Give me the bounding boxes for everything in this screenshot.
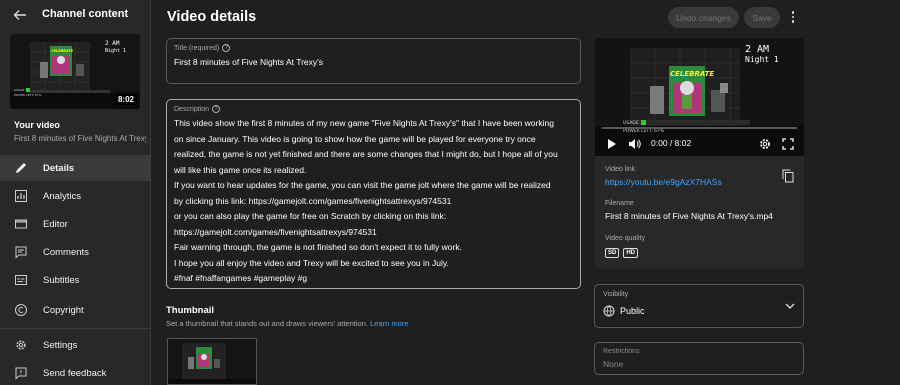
restrictions-field: Restrictions None [594,342,804,375]
thumbnail-image [168,339,256,384]
description-line: #fnaf #fnaffangames #gameplay #g [174,273,308,283]
sidebar-item-label: Comments [43,246,89,258]
sidebar-item-label: Copyright [43,304,84,316]
editor-icon [15,219,27,229]
thumbnail-heading: Thumbnail [166,305,215,316]
description-line: This video show the first 8 minutes of m… [174,118,554,128]
description-input[interactable]: This video show the first 8 minutes of m… [174,116,576,287]
game-power-label: POWER LEFT: 67% [14,93,42,97]
save-button[interactable]: Save [744,7,780,28]
description-field[interactable]: Description ? This video show the first … [166,99,581,289]
sidebar-item-analytics[interactable]: Analytics [0,183,150,209]
restrictions-label: Restrictions [603,348,640,355]
player-controls: 0:00 / 8:02 [595,134,804,154]
game-usage-label: USAGE [14,88,24,92]
sidebar-item-details[interactable]: Details [0,155,150,181]
copy-icon[interactable] [782,169,794,183]
play-icon[interactable] [607,138,617,150]
comments-icon [15,246,27,259]
svg-text:CELEBRATE: CELEBRATE [51,49,74,53]
video-progress-bar[interactable] [602,127,797,129]
title-field-label: Title (required) [174,44,220,52]
visibility-select[interactable]: Visibility Public [594,284,804,328]
help-icon[interactable]: ? [222,44,231,52]
description-line: on since January. This video is going to… [174,133,536,144]
globe-icon [603,305,615,317]
sidebar-item-send-feedback[interactable]: Send feedback [0,360,150,385]
title-field[interactable]: Title (required) ? First 8 minutes of Fi… [166,38,581,84]
thumbnail-option[interactable] [167,338,257,385]
game-clock-time: 2 AM [745,44,769,55]
learn-more-link[interactable]: Learn more [370,319,408,328]
help-icon[interactable]: ? [212,105,221,113]
description-line: https://gamejolt.com/games/fivenightsatt… [174,226,377,237]
description-line: Fair warning through, the game is not fi… [174,242,462,252]
game-clock-time: 2 AM [105,40,120,47]
sidebar-item-label: Subtitles [43,274,80,286]
sd-badge: SD [605,248,620,258]
game-night-label: Night 1 [745,55,779,64]
your-video-title[interactable]: First 8 minutes of Five Nights At Trexy'… [14,134,146,143]
restrictions-value: None [603,359,624,369]
sidebar-item-label: Send feedback [43,367,107,379]
filename-value: First 8 minutes of Five Nights At Trexy'… [605,211,773,221]
chevron-down-icon [785,303,795,309]
thumbnail-subtext: Set a thumbnail that stands out and draw… [166,319,409,328]
description-line: or you can also play the game for free o… [174,211,447,221]
description-line: realized, the game is not yet finished a… [174,149,558,159]
fullscreen-icon[interactable] [782,138,794,150]
visibility-label: Visibility [603,291,629,298]
game-night-label: Night 1 [105,48,126,54]
sidebar-item-label: Settings [43,339,78,351]
video-quality-label: Video quality [605,235,645,242]
video-preview-card: CELEBRATE 2 AM Night 1 USAGE POWER LEFT:… [595,38,804,269]
pencil-icon [16,163,26,173]
sidebar-item-subtitles[interactable]: Subtitles [0,267,150,293]
description-line: If you want to hear updates for the game… [174,180,551,190]
copyright-icon [15,304,27,316]
video-quality-badges: SD HD [605,248,639,258]
filename-label: Filename [605,200,634,207]
description-line: by clicking this link: https://gamejolt.… [174,195,452,206]
hd-badge: HD [623,248,639,258]
video-time: 0:00 / 8:02 [651,138,692,148]
sidebar: Channel content CELEBRATE 2 AM Night 1 U… [0,0,151,385]
sidebar-item-settings[interactable]: Settings [0,332,150,358]
sidebar-item-comments[interactable]: Comments [0,239,150,265]
volume-icon[interactable] [628,138,642,150]
undo-changes-button[interactable]: Undo changes [668,7,739,28]
analytics-icon [15,190,27,202]
page-title: Video details [167,9,257,25]
video-link-label: Video link [605,166,636,173]
sidebar-item-editor[interactable]: Editor [0,211,150,237]
description-line: I hope you all enjoy the video and Trexy… [174,257,449,268]
sidebar-title: Channel content [42,8,129,20]
more-options-icon[interactable] [786,9,800,25]
subtitles-icon [15,275,27,285]
sidebar-item-copyright[interactable]: Copyright [0,297,150,323]
visibility-value: Public [620,306,645,316]
description-field-label: Description [174,105,210,113]
description-line: will like this game once its realized. [174,164,307,175]
poster-text: CELEBRATE [670,70,714,78]
gear-icon [16,340,26,350]
video-duration: 8:02 [114,94,137,105]
sidebar-divider [0,328,150,329]
video-player[interactable]: CELEBRATE 2 AM Night 1 USAGE POWER LEFT:… [595,38,804,156]
arrow-back-icon[interactable] [12,7,28,23]
your-video-label: Your video [14,120,60,130]
game-usage-label: USAGE [623,120,639,126]
feedback-icon [15,367,27,380]
gear-icon[interactable] [758,137,772,151]
title-input[interactable]: First 8 minutes of Five Nights At Trexy'… [174,57,323,67]
sidebar-item-label: Editor [43,218,68,230]
video-link[interactable]: https://youtu.be/e9gAzX7HASs [605,177,722,187]
sidebar-item-label: Analytics [43,190,82,202]
sidebar-item-label: Details [43,162,75,174]
sidebar-video-thumbnail[interactable]: CELEBRATE 2 AM Night 1 USAGE POWER LEFT:… [10,34,140,109]
